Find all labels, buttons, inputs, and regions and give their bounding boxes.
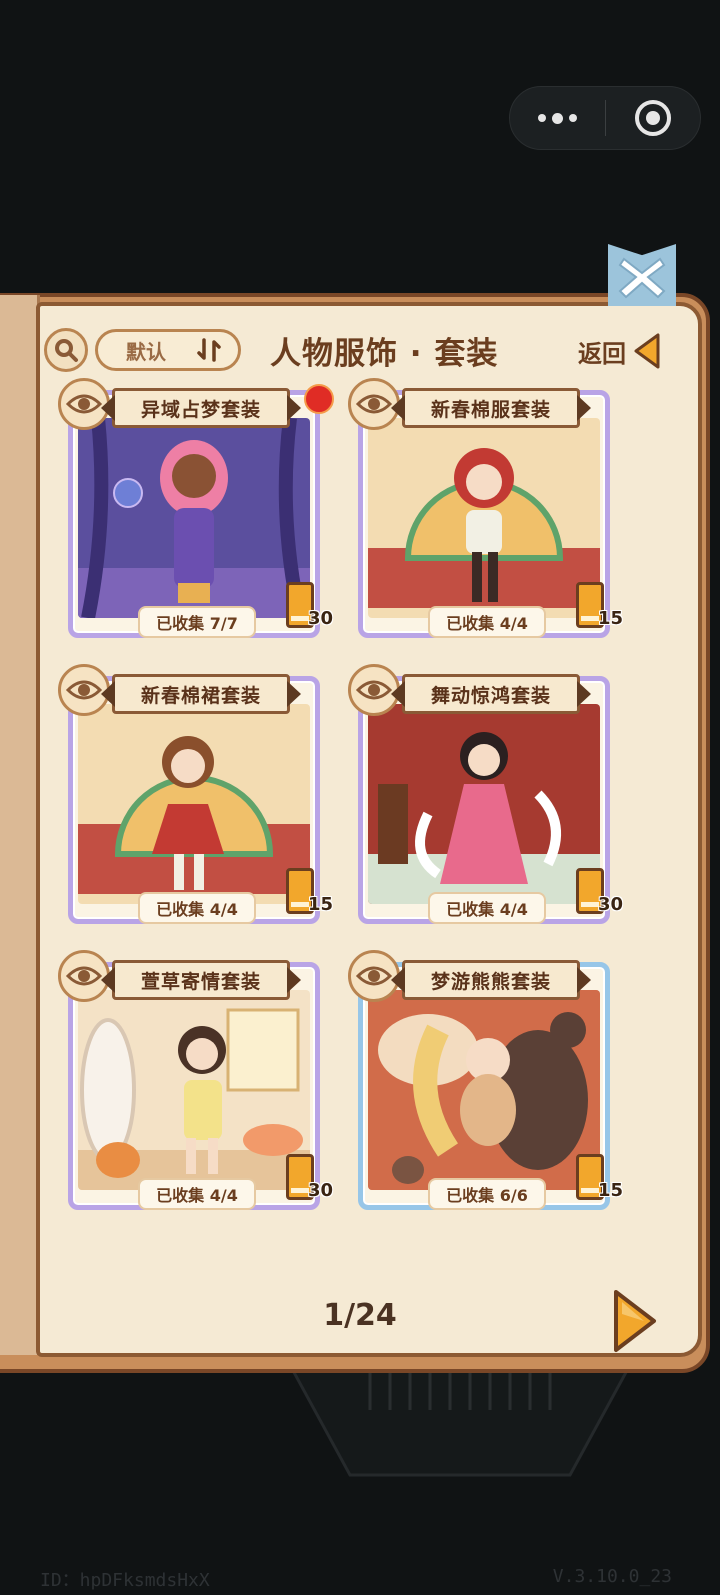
search-button[interactable] [44,328,88,372]
preview-eye-button[interactable] [348,664,400,716]
next-arrow-icon [614,1290,656,1352]
outfit-name: 异域占梦套装 [140,398,261,421]
book-spine [0,295,40,1355]
collection-progress-text: 已收集 6/6 [446,1186,528,1205]
eye-icon [66,680,102,700]
page-title: 人物服饰 · 套装 [270,335,499,372]
outfit-illustration [78,418,310,618]
sort-order-icon [197,338,221,362]
outfit-name-banner: 异域占梦套装 [112,388,290,428]
preview-eye-button[interactable] [58,378,110,430]
collection-progress-text: 已收集 4/4 [446,614,528,633]
close-icon [618,257,666,299]
more-dot-icon [569,114,577,122]
points-value: 15 [308,894,334,915]
outfit-card[interactable]: 异域占梦套装 已收集 7/7 30 [58,378,334,640]
outfit-illustration [368,418,600,618]
outfit-illustration [78,990,310,1190]
points-value: 15 [598,608,624,629]
user-id: ID：hpDFksmdsHxX [40,1570,210,1591]
back-label: 返回 [578,339,626,368]
collection-progress: 已收集 7/7 [138,606,256,638]
more-dot-icon [538,114,546,122]
sort-button[interactable]: 默认 [95,329,241,371]
search-icon [55,339,78,362]
outfit-name: 梦游熊熊套装 [430,970,551,993]
points-badge: 15 [576,1154,624,1210]
outfit-name-banner: 新春棉裙套装 [112,674,290,714]
collection-progress: 已收集 4/4 [428,892,546,924]
outfit-name: 萱草寄情套装 [140,970,261,993]
eye-icon [66,394,102,414]
back-arrow-icon [634,333,660,369]
collection-progress-text: 已收集 4/4 [156,900,238,919]
version-label: V.3.10.0_23 [552,1566,672,1587]
outfit-name: 新春棉服套装 [430,398,551,421]
preview-eye-button[interactable] [348,950,400,1002]
preview-eye-button[interactable] [58,950,110,1002]
points-value: 15 [598,1180,624,1201]
preview-eye-button[interactable] [58,664,110,716]
new-badge [304,384,334,414]
outfit-card[interactable]: 舞动惊鸿套装 已收集 4/4 30 [348,664,623,926]
outfit-card[interactable]: 新春棉裙套装 已收集 4/4 15 [58,664,333,926]
points-value: 30 [598,894,624,915]
outfit-illustration [78,704,310,904]
collection-progress: 已收集 4/4 [138,1178,256,1210]
outfit-card[interactable]: 萱草寄情套装 已收集 4/4 30 [58,950,333,1212]
outfit-name: 舞动惊鸿套装 [430,684,551,707]
page-indicator: 1/24 [323,1298,397,1333]
points-value: 30 [308,608,334,629]
eye-icon [356,966,392,986]
collection-progress: 已收集 6/6 [428,1178,546,1210]
collection-progress-text: 已收集 7/7 [156,614,238,633]
outfit-card[interactable]: 新春棉服套装 已收集 4/4 15 [348,378,623,640]
outfit-card[interactable]: 梦游熊熊套装 已收集 6/6 15 [348,950,623,1212]
points-badge: 30 [286,1154,334,1210]
eye-icon [356,680,392,700]
points-badge: 15 [576,582,624,638]
background-railing [288,1365,632,1477]
points-badge: 15 [286,868,334,924]
next-page-button[interactable] [610,1288,658,1354]
miniprogram-capsule [509,86,701,150]
outfit-illustration [368,990,600,1190]
back-button[interactable]: 返回 [578,331,678,371]
preview-eye-button[interactable] [348,378,400,430]
collection-progress-text: 已收集 4/4 [156,1186,238,1205]
eye-icon [66,966,102,986]
outfit-name-banner: 舞动惊鸿套装 [402,674,580,714]
more-menu-button[interactable] [510,87,605,149]
collection-progress-text: 已收集 4/4 [446,900,528,919]
collection-progress: 已收集 4/4 [428,606,546,638]
outfit-illustration [368,704,600,904]
collection-progress: 已收集 4/4 [138,892,256,924]
target-icon [635,100,671,136]
points-badge: 30 [286,582,334,638]
eye-icon [356,394,392,414]
close-button[interactable] [608,244,676,306]
exit-miniprogram-button[interactable] [606,87,700,149]
outfit-name-banner: 萱草寄情套装 [112,960,290,1000]
outfit-name-banner: 梦游熊熊套装 [402,960,580,1000]
points-badge: 30 [576,868,624,924]
outfit-name: 新春棉裙套装 [140,684,261,707]
more-dot-icon [552,112,563,124]
sort-label: 默认 [126,339,166,364]
outfit-name-banner: 新春棉服套装 [402,388,580,428]
points-value: 30 [308,1180,334,1201]
